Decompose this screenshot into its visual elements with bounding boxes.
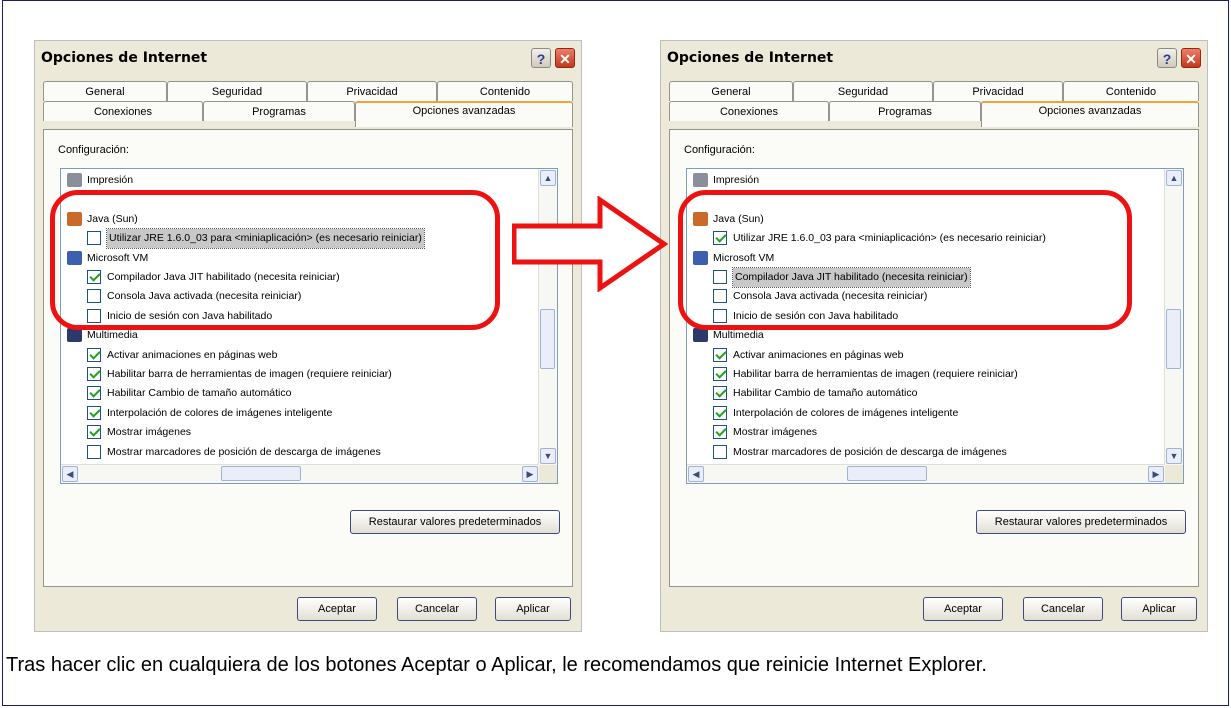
config-label: Configuración: bbox=[58, 144, 129, 156]
tab-general[interactable]: General bbox=[43, 81, 167, 101]
tab-strip: General Seguridad Privacidad Contenido C… bbox=[669, 81, 1199, 131]
tab-strip: General Seguridad Privacidad Contenido C… bbox=[43, 81, 573, 131]
highlight-box-left bbox=[50, 190, 500, 330]
scroll-down-button[interactable]: ▼ bbox=[1166, 448, 1182, 464]
right-arrow-icon bbox=[512, 196, 668, 292]
setting-label: Habilitar Cambio de tamaño automático bbox=[733, 387, 918, 400]
vertical-scrollbar[interactable]: ▲ ▼ bbox=[1164, 169, 1183, 465]
internet-options-dialog-before: Opciones de Internet ? ✕ General Segurid… bbox=[34, 40, 582, 632]
scroll-thumb-h[interactable] bbox=[221, 466, 301, 481]
tab-contenido[interactable]: Contenido bbox=[1063, 81, 1199, 101]
checkbox-checked[interactable] bbox=[713, 347, 727, 362]
scroll-right-button[interactable]: ▶ bbox=[1148, 466, 1164, 482]
tab-privacidad[interactable]: Privacidad bbox=[307, 81, 437, 101]
setting-label: Habilitar barra de herramientas de image… bbox=[733, 368, 1018, 380]
setting-label: Habilitar barra de herramientas de image… bbox=[107, 368, 392, 380]
checkbox-checked[interactable] bbox=[713, 386, 727, 401]
scroll-corner bbox=[1165, 465, 1183, 483]
checkbox-checked[interactable] bbox=[87, 405, 101, 420]
restore-defaults-button[interactable]: Restaurar valores predeterminados bbox=[976, 510, 1186, 534]
horizontal-scrollbar[interactable]: ◀ ▶ bbox=[687, 464, 1165, 483]
tab-privacidad[interactable]: Privacidad bbox=[933, 81, 1063, 101]
restore-defaults-button[interactable]: Restaurar valores predeterminados bbox=[350, 510, 560, 534]
scroll-down-button[interactable]: ▼ bbox=[540, 448, 556, 464]
tab-programas[interactable]: Programas bbox=[829, 101, 981, 121]
tab-conexiones[interactable]: Conexiones bbox=[43, 101, 203, 121]
help-button[interactable]: ? bbox=[531, 48, 551, 68]
scroll-up-button[interactable]: ▲ bbox=[1166, 170, 1182, 186]
title-bar: Opciones de Internet ? ✕ bbox=[35, 41, 581, 75]
setting-label: Activar animaciones en páginas web bbox=[733, 348, 904, 361]
multimedia-icon bbox=[693, 328, 708, 343]
group-label: Impresión bbox=[87, 174, 134, 186]
cancel-button[interactable]: Cancelar bbox=[397, 597, 477, 621]
setting-label: Mostrar imágenes bbox=[107, 426, 192, 439]
cancel-button[interactable]: Cancelar bbox=[1023, 597, 1103, 621]
caption-text: Tras hacer clic en cualquiera de los bot… bbox=[6, 654, 987, 676]
internet-options-dialog-after: Opciones de Internet ? ✕ General Segurid… bbox=[660, 40, 1208, 632]
tab-seguridad[interactable]: Seguridad bbox=[793, 81, 933, 101]
scroll-thumb-h[interactable] bbox=[847, 466, 927, 481]
checkbox-checked[interactable] bbox=[713, 367, 727, 381]
horizontal-scrollbar[interactable]: ◀ ▶ bbox=[61, 464, 539, 483]
tab-opciones-avanzadas[interactable]: Opciones avanzadas bbox=[981, 101, 1199, 127]
dialog-title: Opciones de Internet bbox=[667, 50, 834, 66]
ok-button[interactable]: Aceptar bbox=[297, 597, 377, 621]
tab-general[interactable]: General bbox=[669, 81, 793, 101]
question-icon: ? bbox=[536, 51, 546, 67]
checkbox-checked[interactable] bbox=[713, 425, 727, 440]
scroll-thumb[interactable] bbox=[1166, 309, 1181, 369]
scroll-left-button[interactable]: ◀ bbox=[62, 466, 78, 482]
checkbox-checked[interactable] bbox=[713, 405, 727, 420]
ok-button[interactable]: Aceptar bbox=[923, 597, 1003, 621]
multimedia-icon bbox=[67, 328, 82, 343]
tab-conexiones[interactable]: Conexiones bbox=[669, 101, 829, 121]
printer-icon bbox=[67, 173, 82, 187]
apply-button[interactable]: Aplicar bbox=[495, 597, 571, 621]
scroll-thumb[interactable] bbox=[540, 309, 555, 369]
setting-label: Habilitar Cambio de tamaño automático bbox=[107, 387, 292, 400]
setting-label: Interpolación de colores de imágenes int… bbox=[733, 406, 959, 419]
setting-label: Mostrar marcadores de posición de descar… bbox=[107, 445, 381, 458]
checkbox[interactable] bbox=[713, 444, 727, 459]
tab-seguridad[interactable]: Seguridad bbox=[167, 81, 307, 101]
scroll-corner bbox=[539, 465, 557, 483]
tab-programas[interactable]: Programas bbox=[203, 101, 355, 121]
config-label: Configuración: bbox=[684, 144, 755, 156]
setting-label: Activar animaciones en páginas web bbox=[107, 348, 278, 361]
close-button[interactable]: ✕ bbox=[555, 48, 575, 68]
checkbox-checked[interactable] bbox=[87, 386, 101, 401]
apply-button[interactable]: Aplicar bbox=[1121, 597, 1197, 621]
dialog-title: Opciones de Internet bbox=[41, 50, 208, 66]
help-button[interactable]: ? bbox=[1157, 48, 1177, 68]
checkbox[interactable] bbox=[87, 444, 101, 459]
tab-contenido[interactable]: Contenido bbox=[437, 81, 573, 101]
scroll-right-button[interactable]: ▶ bbox=[522, 466, 538, 482]
checkbox-checked[interactable] bbox=[87, 425, 101, 440]
close-icon: ✕ bbox=[1185, 51, 1197, 67]
scroll-left-button[interactable]: ◀ bbox=[688, 466, 704, 482]
tab-opciones-avanzadas[interactable]: Opciones avanzadas bbox=[355, 101, 573, 127]
checkbox-checked[interactable] bbox=[87, 367, 101, 381]
printer-icon bbox=[693, 173, 708, 187]
group-label: Impresión bbox=[713, 174, 760, 186]
setting-label: Mostrar imágenes bbox=[733, 426, 818, 439]
close-icon: ✕ bbox=[559, 51, 571, 67]
close-button[interactable]: ✕ bbox=[1181, 48, 1201, 68]
checkbox-checked[interactable] bbox=[87, 347, 101, 362]
title-bar: Opciones de Internet ? ✕ bbox=[661, 41, 1207, 75]
scroll-up-button[interactable]: ▲ bbox=[540, 170, 556, 186]
setting-label: Mostrar marcadores de posición de descar… bbox=[733, 445, 1007, 458]
question-icon: ? bbox=[1162, 51, 1172, 67]
setting-label: Interpolación de colores de imágenes int… bbox=[107, 406, 333, 419]
highlight-box-right bbox=[678, 190, 1132, 330]
